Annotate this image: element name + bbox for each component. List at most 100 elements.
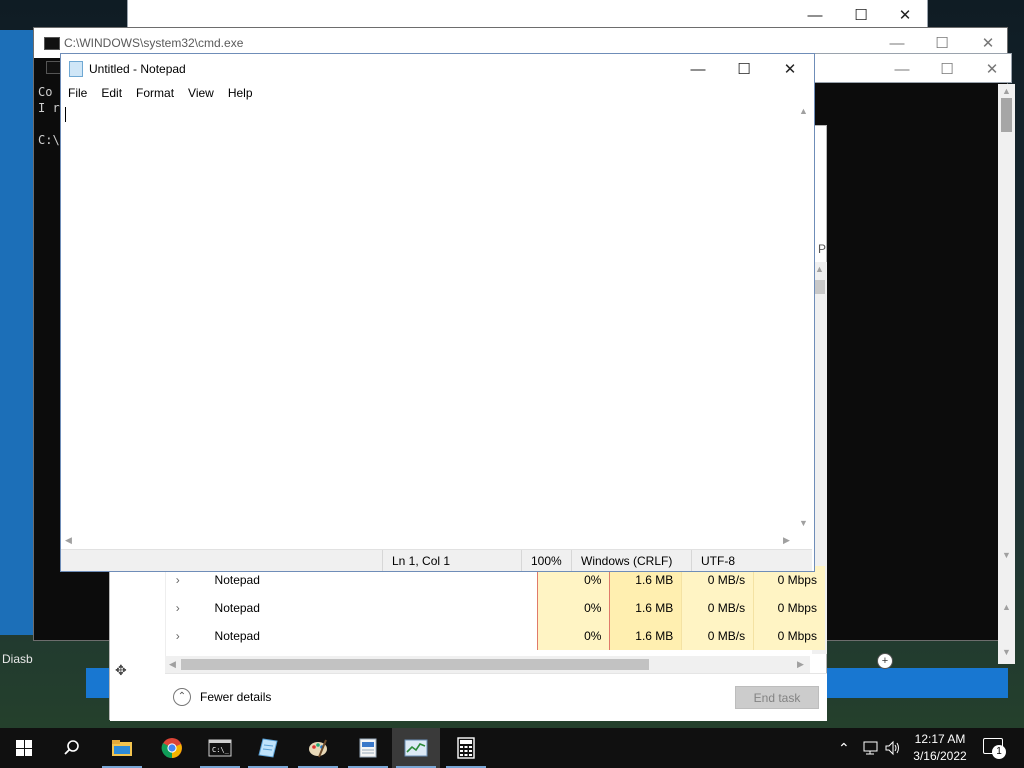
status-bar: Ln 1, Col 1 100% Windows (CRLF) UTF-8 <box>61 549 812 571</box>
search-button[interactable] <box>48 728 96 768</box>
notepad-window[interactable]: Untitled - Notepad — ☐ ✕ File Edit Forma… <box>60 53 815 572</box>
editor-vscrollbar[interactable]: ▲ ▼ <box>795 104 812 532</box>
taskbar-paint[interactable] <box>294 728 342 768</box>
zoom-in-icon[interactable]: + <box>877 653 893 669</box>
maximize-icon[interactable]: ☐ <box>924 54 970 84</box>
scroll-left-icon[interactable]: ◀ <box>65 535 72 546</box>
paint-palette-icon <box>309 739 327 758</box>
document-icon <box>359 738 377 758</box>
scroll-down-icon[interactable]: ▼ <box>1002 647 1011 657</box>
task-manager-icon <box>404 739 428 757</box>
desktop-fragment-text: Diasb <box>2 652 33 666</box>
scroll-up-icon[interactable]: ▲ <box>815 264 824 274</box>
tray-chevron-icon[interactable]: ⌃ <box>838 728 850 768</box>
expand-chevron-icon[interactable]: › <box>165 573 191 587</box>
clock-date: 3/16/2022 <box>913 749 967 763</box>
cpu-cell: 0% <box>536 594 610 622</box>
scroll-up-icon[interactable]: ▲ <box>799 106 808 116</box>
chevron-up-icon[interactable]: ⌃ <box>173 688 191 706</box>
process-name: Notepad <box>214 573 260 587</box>
start-button[interactable] <box>0 728 48 768</box>
scroll-right-icon[interactable]: ▶ <box>797 659 804 670</box>
text-caret <box>65 107 66 122</box>
end-task-button[interactable]: End task <box>735 686 819 709</box>
scroll-down-icon[interactable]: ▼ <box>1002 550 1011 560</box>
folder-icon <box>112 740 132 756</box>
cmd-scrollbar[interactable]: ▲ ▼ ▲ ▼ <box>998 84 1015 664</box>
menu-help[interactable]: Help <box>221 84 260 104</box>
background-window[interactable]: — ☐ ✕ <box>127 0 928 30</box>
encoding: UTF-8 <box>691 550 812 571</box>
scroll-thumb[interactable] <box>814 280 825 294</box>
table-row[interactable]: › Notepad 0% 1.6 MB 0 MB/s 0 Mbps <box>165 622 825 650</box>
scroll-right-icon[interactable]: ▶ <box>783 535 790 546</box>
taskbar-document-app[interactable] <box>344 728 392 768</box>
terminal-icon: C:\_ <box>208 739 232 757</box>
cmd-output: Co I r C:\ <box>38 85 60 147</box>
disk-cell: 0 MB/s <box>681 594 754 622</box>
move-icon[interactable]: ✥ <box>115 662 127 679</box>
taskbar-chrome[interactable] <box>148 728 196 768</box>
taskbar-task-manager[interactable] <box>392 728 440 768</box>
menu-edit[interactable]: Edit <box>94 84 129 104</box>
close-icon[interactable]: ✕ <box>767 54 813 84</box>
process-name: Notepad <box>214 601 260 615</box>
maximize-icon[interactable]: ☐ <box>838 0 884 30</box>
scroll-up-icon[interactable]: ▲ <box>1002 602 1011 612</box>
volume-icon[interactable] <box>884 728 902 768</box>
text-editor[interactable] <box>61 104 795 532</box>
chrome-icon <box>161 738 182 759</box>
close-icon[interactable]: ✕ <box>882 0 928 30</box>
menu-format[interactable]: Format <box>129 84 181 104</box>
menu-view[interactable]: View <box>181 84 221 104</box>
process-name: Notepad <box>214 629 260 643</box>
notepad-title: Untitled - Notepad <box>89 62 186 76</box>
taskbar-file-explorer[interactable] <box>98 728 146 768</box>
minimize-icon[interactable]: — <box>675 54 721 84</box>
zoom-level: 100% <box>521 550 571 571</box>
scroll-down-icon[interactable]: ▼ <box>799 518 808 528</box>
network-cell: 0 Mbps <box>753 622 825 650</box>
minimize-icon[interactable]: — <box>792 0 838 30</box>
notepad-icon <box>69 61 83 77</box>
svg-text:C:\_: C:\_ <box>212 746 230 754</box>
cmd-icon <box>44 37 60 50</box>
menu-file[interactable]: File <box>61 84 94 104</box>
scroll-up-icon[interactable]: ▲ <box>1002 86 1011 96</box>
taskbar-notepad[interactable] <box>244 728 292 768</box>
disk-cell: 0 MB/s <box>681 622 754 650</box>
cmd-title: C:\WINDOWS\system32\cmd.exe <box>64 36 244 50</box>
memory-cell: 1.6 MB <box>609 622 682 650</box>
maximize-icon[interactable]: ☐ <box>721 54 767 84</box>
table-row[interactable]: › Notepad 0% 1.6 MB 0 MB/s 0 Mbps <box>165 594 825 622</box>
notepad-titlebar[interactable]: Untitled - Notepad — ☐ ✕ <box>61 54 814 84</box>
taskbar-clock[interactable]: 12:17 AM 3/16/2022 <box>905 731 975 765</box>
clock-time: 12:17 AM <box>914 732 966 746</box>
process-list: › Notepad 0% 1.6 MB 0 MB/s 0 Mbps › Note… <box>165 566 825 650</box>
calculator-icon <box>457 737 475 759</box>
taskbar-calculator[interactable] <box>442 728 490 768</box>
scroll-thumb[interactable] <box>1001 98 1012 132</box>
desktop-background-window <box>0 30 36 635</box>
fewer-details-link[interactable]: Fewer details <box>200 690 271 704</box>
scroll-left-icon[interactable]: ◀ <box>169 659 176 670</box>
close-icon[interactable]: ✕ <box>969 54 1015 84</box>
notepad-icon <box>258 738 278 758</box>
column-header-fragment[interactable]: P <box>818 242 826 256</box>
editor-hscrollbar[interactable]: ◀ ▶ <box>61 532 795 549</box>
taskbar: C:\_ ⌃ 12:17 AM 3/16/2022 1 <box>0 728 1024 768</box>
search-icon <box>64 740 79 755</box>
expand-chevron-icon[interactable]: › <box>165 629 191 643</box>
minimize-icon[interactable]: — <box>879 54 925 84</box>
line-ending: Windows (CRLF) <box>571 550 691 571</box>
cpu-cell: 0% <box>536 622 610 650</box>
task-manager-footer: ⌃ Fewer details End task <box>165 673 827 721</box>
task-manager-hscrollbar[interactable]: ◀ ▶ <box>165 656 810 673</box>
taskbar-cmd[interactable]: C:\_ <box>196 728 244 768</box>
scroll-thumb[interactable] <box>181 659 649 670</box>
menu-bar: File Edit Format View Help <box>61 84 260 104</box>
notification-badge: 1 <box>992 745 1006 759</box>
network-cell: 0 Mbps <box>753 594 825 622</box>
network-icon[interactable] <box>862 728 880 768</box>
expand-chevron-icon[interactable]: › <box>165 601 191 615</box>
